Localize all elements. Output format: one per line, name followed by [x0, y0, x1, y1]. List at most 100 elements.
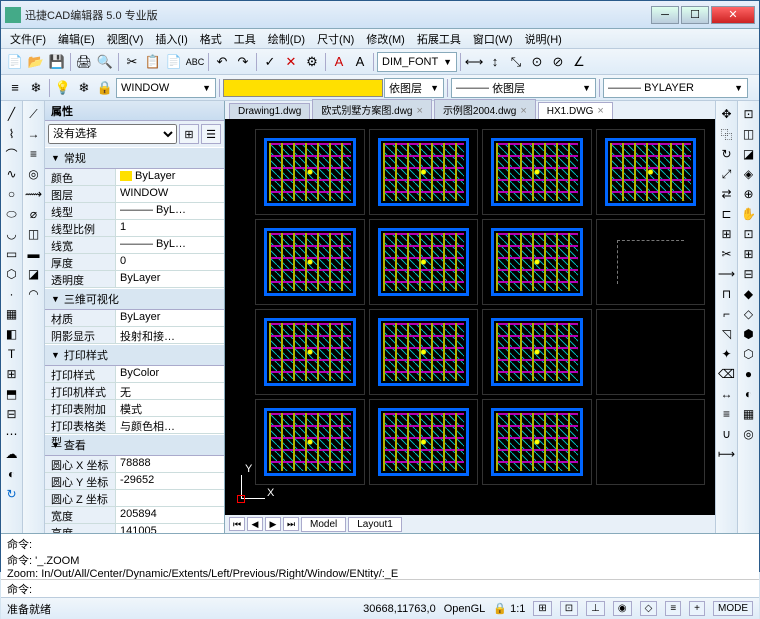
text-icon[interactable]: T: [3, 345, 21, 363]
pan-icon[interactable]: ✋: [740, 205, 758, 223]
document-tab[interactable]: 示例图2004.dwg×: [434, 99, 536, 119]
property-row[interactable]: 颜色ByLayer: [45, 169, 224, 186]
open-icon[interactable]: 📂: [26, 52, 46, 72]
save-icon[interactable]: 💾: [47, 52, 67, 72]
menu-item[interactable]: 窗口(W): [468, 29, 518, 49]
property-row[interactable]: 圆心 Z 坐标: [45, 490, 224, 507]
iso-icon[interactable]: ◈: [740, 165, 758, 183]
lengthen-icon[interactable]: ⟼: [718, 445, 736, 463]
osnap-button[interactable]: ◇: [640, 601, 658, 616]
copy2-icon[interactable]: ⿻: [718, 125, 736, 143]
property-row[interactable]: 厚度0: [45, 254, 224, 271]
wire-icon[interactable]: ▦: [740, 405, 758, 423]
point-icon[interactable]: ·: [3, 285, 21, 303]
3d4-icon[interactable]: ⬡: [740, 345, 758, 363]
property-group-header[interactable]: ▼三维可视化: [45, 288, 224, 310]
circle-icon[interactable]: ○: [3, 185, 21, 203]
undo-icon[interactable]: ↶: [212, 52, 232, 72]
polar-button[interactable]: ◉: [613, 601, 632, 616]
redo-icon[interactable]: ↷: [233, 52, 253, 72]
mirror-icon[interactable]: ⇄: [718, 185, 736, 203]
close-tab-icon[interactable]: ×: [520, 105, 526, 117]
property-row[interactable]: 材质ByLayer: [45, 310, 224, 327]
dim-ang-icon[interactable]: ∠: [569, 52, 589, 72]
more1-icon[interactable]: ⋯: [3, 425, 21, 443]
side-icon[interactable]: ◪: [740, 145, 758, 163]
zoomp-icon[interactable]: ⊟: [740, 265, 758, 283]
text-a-icon[interactable]: A: [329, 52, 349, 72]
dim-d-icon[interactable]: ⊘: [548, 52, 568, 72]
explode-icon[interactable]: ✦: [718, 345, 736, 363]
property-group-header[interactable]: ▼常规: [45, 147, 224, 169]
shade-icon[interactable]: ◐: [740, 385, 758, 403]
selection-combo[interactable]: 没有选择: [48, 124, 177, 144]
cloud-icon[interactable]: ☁: [3, 445, 21, 463]
ray-icon[interactable]: →: [25, 125, 43, 143]
menu-item[interactable]: 修改(M): [361, 29, 410, 49]
ortho-button[interactable]: ⊥: [586, 601, 605, 616]
property-row[interactable]: 打印表格类型与颜色相…: [45, 417, 224, 434]
tool-icon[interactable]: ⚙: [302, 52, 322, 72]
tab-first-icon[interactable]: ⏮: [229, 517, 245, 531]
menu-item[interactable]: 编辑(E): [53, 29, 100, 49]
new-icon[interactable]: 📄: [5, 52, 25, 72]
render-icon[interactable]: ●: [740, 365, 758, 383]
property-row[interactable]: 打印机样式表无: [45, 383, 224, 400]
block-icon[interactable]: ⊞: [3, 365, 21, 383]
document-tab[interactable]: HX1.DWG×: [538, 102, 613, 119]
command-input[interactable]: [39, 583, 753, 595]
dimfont-combo[interactable]: DIM_FONT▼: [377, 52, 457, 72]
eyedropper-icon[interactable]: ✓: [260, 52, 280, 72]
menu-item[interactable]: 拓展工具: [412, 29, 466, 49]
trim-icon[interactable]: ✂: [718, 245, 736, 263]
copy-icon[interactable]: 📋: [143, 52, 163, 72]
layer-mgr-icon[interactable]: ≡: [5, 78, 25, 98]
property-row[interactable]: 圆心 X 坐标78888: [45, 456, 224, 473]
lineweight-combo[interactable]: ——— BYLAYER▼: [603, 78, 748, 98]
property-row[interactable]: 宽度205894: [45, 507, 224, 524]
stretch-icon[interactable]: ↔: [718, 385, 736, 403]
extend-icon[interactable]: ⟶: [718, 265, 736, 283]
gradient-icon[interactable]: ◪: [25, 265, 43, 283]
document-tab[interactable]: Drawing1.dwg: [229, 103, 310, 119]
property-row[interactable]: 打印样式ByColor: [45, 366, 224, 383]
wipe-icon[interactable]: ◐: [3, 465, 21, 483]
menu-item[interactable]: 文件(F): [5, 29, 51, 49]
dim-v-icon[interactable]: ↕: [485, 52, 505, 72]
property-row[interactable]: 高度141005: [45, 524, 224, 533]
align-icon[interactable]: ≡: [718, 405, 736, 423]
layout-tab-model[interactable]: Model: [301, 517, 346, 532]
pickset-icon[interactable]: ☰: [201, 124, 221, 144]
ellipse-icon[interactable]: ⬭: [3, 205, 21, 223]
color-swatch[interactable]: [223, 79, 383, 97]
polyline-icon[interactable]: ⌇: [3, 125, 21, 143]
document-tab[interactable]: 欧式别墅方案图.dwg×: [312, 99, 432, 119]
close-button[interactable]: ✕: [711, 6, 755, 24]
snow-icon[interactable]: ❄: [74, 78, 94, 98]
menu-item[interactable]: 视图(V): [102, 29, 149, 49]
donut-icon[interactable]: ◎: [25, 165, 43, 183]
abc-icon[interactable]: ABC: [185, 52, 205, 72]
property-row[interactable]: 线型比例1: [45, 220, 224, 237]
tab-last-icon[interactable]: ⏭: [283, 517, 299, 531]
close-tab-icon[interactable]: ×: [597, 105, 603, 117]
cut-icon[interactable]: ✂: [122, 52, 142, 72]
close-tab-icon[interactable]: ×: [417, 105, 423, 117]
revcloud-icon[interactable]: ◠: [25, 285, 43, 303]
minimize-button[interactable]: ─: [651, 6, 679, 24]
property-group-header[interactable]: ▼打印样式: [45, 344, 224, 366]
plus-button[interactable]: +: [689, 601, 705, 616]
top-icon[interactable]: ⊡: [740, 105, 758, 123]
linetype-combo[interactable]: ——— 依图层▼: [451, 78, 596, 98]
scale-icon[interactable]: ⤢: [718, 165, 736, 183]
menu-item[interactable]: 尺寸(N): [312, 29, 359, 49]
array-icon[interactable]: ⊞: [718, 225, 736, 243]
hide-icon[interactable]: ◎: [740, 425, 758, 443]
orbit-icon[interactable]: ⊕: [740, 185, 758, 203]
property-row[interactable]: 线宽——— ByL…: [45, 237, 224, 254]
rotate-icon[interactable]: ↻: [718, 145, 736, 163]
3d1-icon[interactable]: ◆: [740, 285, 758, 303]
solid-icon[interactable]: ▬: [25, 245, 43, 263]
xline-icon[interactable]: ⟋: [25, 105, 43, 123]
dim-r-icon[interactable]: ⊙: [527, 52, 547, 72]
